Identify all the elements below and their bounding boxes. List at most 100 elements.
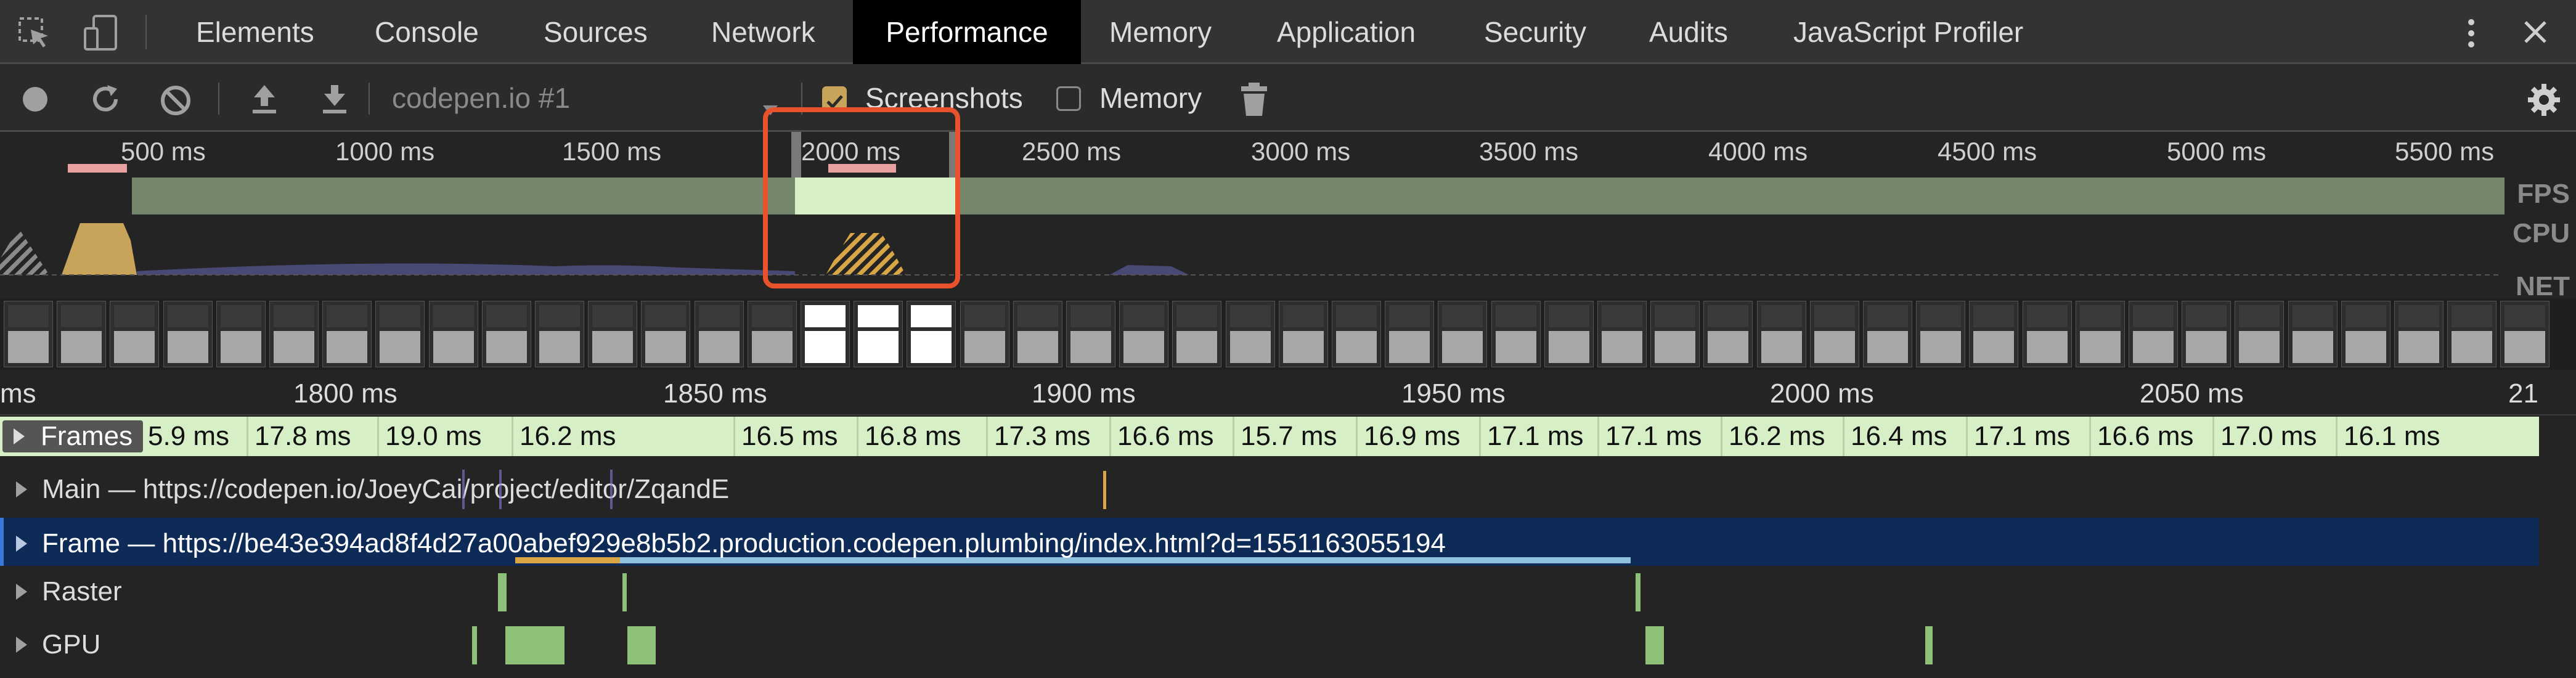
raster-track[interactable]: Raster [0, 566, 2539, 618]
screenshot-thumbnail[interactable] [907, 301, 956, 367]
screenshot-thumbnail[interactable] [747, 301, 797, 367]
screenshot-thumbnail[interactable] [1756, 301, 1806, 367]
screenshot-thumbnail[interactable] [1119, 301, 1169, 367]
tab-sources[interactable]: Sources [544, 0, 648, 64]
screenshots-filmstrip[interactable] [0, 298, 2576, 370]
gpu-track[interactable]: GPU [0, 619, 2539, 671]
frame-duration[interactable]: 17.8 ms [247, 417, 377, 456]
screenshot-thumbnail[interactable] [2500, 301, 2550, 367]
frame-duration[interactable]: 17.3 ms [986, 417, 1115, 456]
screenshot-thumbnail[interactable] [216, 301, 266, 367]
expand-triangle-icon[interactable] [16, 536, 27, 552]
settings-gear-icon[interactable] [2527, 83, 2561, 117]
record-icon[interactable] [21, 85, 49, 113]
frame-duration[interactable]: 16.2 ms [512, 417, 740, 456]
tab-network[interactable]: Network [711, 0, 815, 64]
memory-checkbox[interactable] [1056, 86, 1081, 111]
inspect-element-icon[interactable] [17, 16, 52, 51]
tab-security[interactable]: Security [1484, 0, 1586, 64]
expand-triangle-icon[interactable] [16, 637, 27, 653]
frame-track[interactable]: Frame — https://be43e394ad8f4d27a00abef9… [0, 518, 2539, 570]
clear-icon[interactable] [159, 84, 192, 117]
screenshot-thumbnail[interactable] [1013, 301, 1062, 367]
screenshot-thumbnail[interactable] [1809, 301, 1859, 367]
screenshot-thumbnail[interactable] [2341, 301, 2391, 367]
screenshot-thumbnail[interactable] [960, 301, 1009, 367]
screenshot-thumbnail[interactable] [1225, 301, 1275, 367]
screenshot-thumbnail[interactable] [1863, 301, 1912, 367]
screenshot-thumbnail[interactable] [1066, 301, 1115, 367]
frame-duration[interactable]: 16.5 ms [733, 417, 866, 456]
screenshot-thumbnail[interactable] [2075, 301, 2125, 367]
screenshot-thumbnail[interactable] [1172, 301, 1222, 367]
timeline-overview[interactable]: 500 ms 1000 ms 1500 ms 2000 ms 2500 ms 3… [0, 107, 2576, 301]
save-profile-icon[interactable] [319, 83, 350, 116]
frame-duration[interactable]: 16.8 ms [857, 417, 986, 456]
profile-select[interactable]: codepen.io #1 [392, 64, 570, 132]
expand-triangle-icon[interactable] [14, 428, 25, 444]
frame-duration[interactable]: 16.9 ms [1356, 417, 1485, 456]
tab-memory[interactable]: Memory [1109, 0, 1212, 64]
frame-duration[interactable]: 5.9 ms [144, 417, 247, 456]
frame-duration[interactable]: 15.7 ms [1233, 417, 1362, 456]
frame-duration[interactable]: 17.0 ms [2212, 417, 2336, 456]
tab-console[interactable]: Console [375, 0, 479, 64]
screenshot-thumbnail[interactable] [1332, 301, 1381, 367]
chevron-down-icon[interactable] [762, 91, 779, 115]
frame-duration[interactable]: 17.1 ms [1479, 417, 1602, 456]
expand-triangle-icon[interactable] [16, 584, 27, 600]
screenshot-thumbnail[interactable] [1597, 301, 1647, 367]
screenshot-thumbnail[interactable] [2447, 301, 2497, 367]
screenshot-thumbnail[interactable] [2394, 301, 2444, 367]
screenshot-thumbnail[interactable] [2235, 301, 2285, 367]
close-devtools-icon[interactable] [2522, 18, 2549, 46]
expand-triangle-icon[interactable] [16, 481, 27, 497]
screenshot-thumbnail[interactable] [694, 301, 744, 367]
screenshot-thumbnail[interactable] [57, 301, 107, 367]
screenshot-thumbnail[interactable] [1491, 301, 1541, 367]
screenshot-thumbnail[interactable] [1650, 301, 1700, 367]
frame-duration[interactable]: 16.4 ms [1843, 417, 1966, 456]
screenshot-thumbnail[interactable] [2129, 301, 2178, 367]
screenshot-thumbnail[interactable] [163, 301, 213, 367]
screenshot-thumbnail[interactable] [428, 301, 478, 367]
screenshot-thumbnail[interactable] [269, 301, 319, 367]
screenshot-thumbnail[interactable] [481, 301, 531, 367]
screenshot-thumbnail[interactable] [1544, 301, 1594, 367]
screenshot-thumbnail[interactable] [854, 301, 903, 367]
screenshot-thumbnail[interactable] [110, 301, 160, 367]
screenshot-thumbnail[interactable] [2022, 301, 2072, 367]
screenshot-thumbnail[interactable] [588, 301, 638, 367]
tab-elements[interactable]: Elements [196, 0, 314, 64]
screenshot-thumbnail[interactable] [1969, 301, 2019, 367]
main-thread-track[interactable]: Main — https://codepen.io/JoeyCai/projec… [0, 464, 2539, 515]
more-options-icon[interactable] [2464, 16, 2479, 51]
screenshot-thumbnail[interactable] [4, 301, 53, 367]
screenshot-thumbnail[interactable] [535, 301, 584, 367]
tab-application[interactable]: Application [1277, 0, 1416, 64]
screenshot-thumbnail[interactable] [1385, 301, 1435, 367]
screenshot-thumbnail[interactable] [801, 301, 850, 367]
frame-duration[interactable]: 17.1 ms [1966, 417, 2089, 456]
screenshot-thumbnail[interactable] [1438, 301, 1488, 367]
frame-duration[interactable]: 16.2 ms [1721, 417, 1844, 456]
reload-icon[interactable] [89, 83, 122, 116]
load-profile-icon[interactable] [249, 83, 280, 116]
tab-performance[interactable]: Performance [853, 0, 1081, 64]
frame-duration[interactable]: 19.0 ms [377, 417, 512, 456]
screenshot-thumbnail[interactable] [1278, 301, 1328, 367]
screenshot-thumbnail[interactable] [2182, 301, 2232, 367]
device-toolbar-icon[interactable] [83, 14, 120, 52]
frame-duration[interactable]: 16.1 ms [2336, 417, 2539, 456]
frames-track-header[interactable]: Frames [2, 420, 143, 452]
frame-duration[interactable]: 17.1 ms [1597, 417, 1721, 456]
frame-duration[interactable]: 16.6 ms [2089, 417, 2212, 456]
collect-garbage-icon[interactable] [1240, 81, 1268, 117]
screenshot-thumbnail[interactable] [641, 301, 691, 367]
screenshot-thumbnail[interactable] [1703, 301, 1753, 367]
frames-track[interactable]: Frames 5.9 ms 17.8 ms 19.0 ms 16.2 ms 16… [0, 417, 2539, 456]
screenshot-thumbnail[interactable] [1916, 301, 1966, 367]
tab-audits[interactable]: Audits [1649, 0, 1728, 64]
screenshot-thumbnail[interactable] [322, 301, 372, 367]
frame-duration[interactable]: 16.6 ms [1109, 417, 1239, 456]
